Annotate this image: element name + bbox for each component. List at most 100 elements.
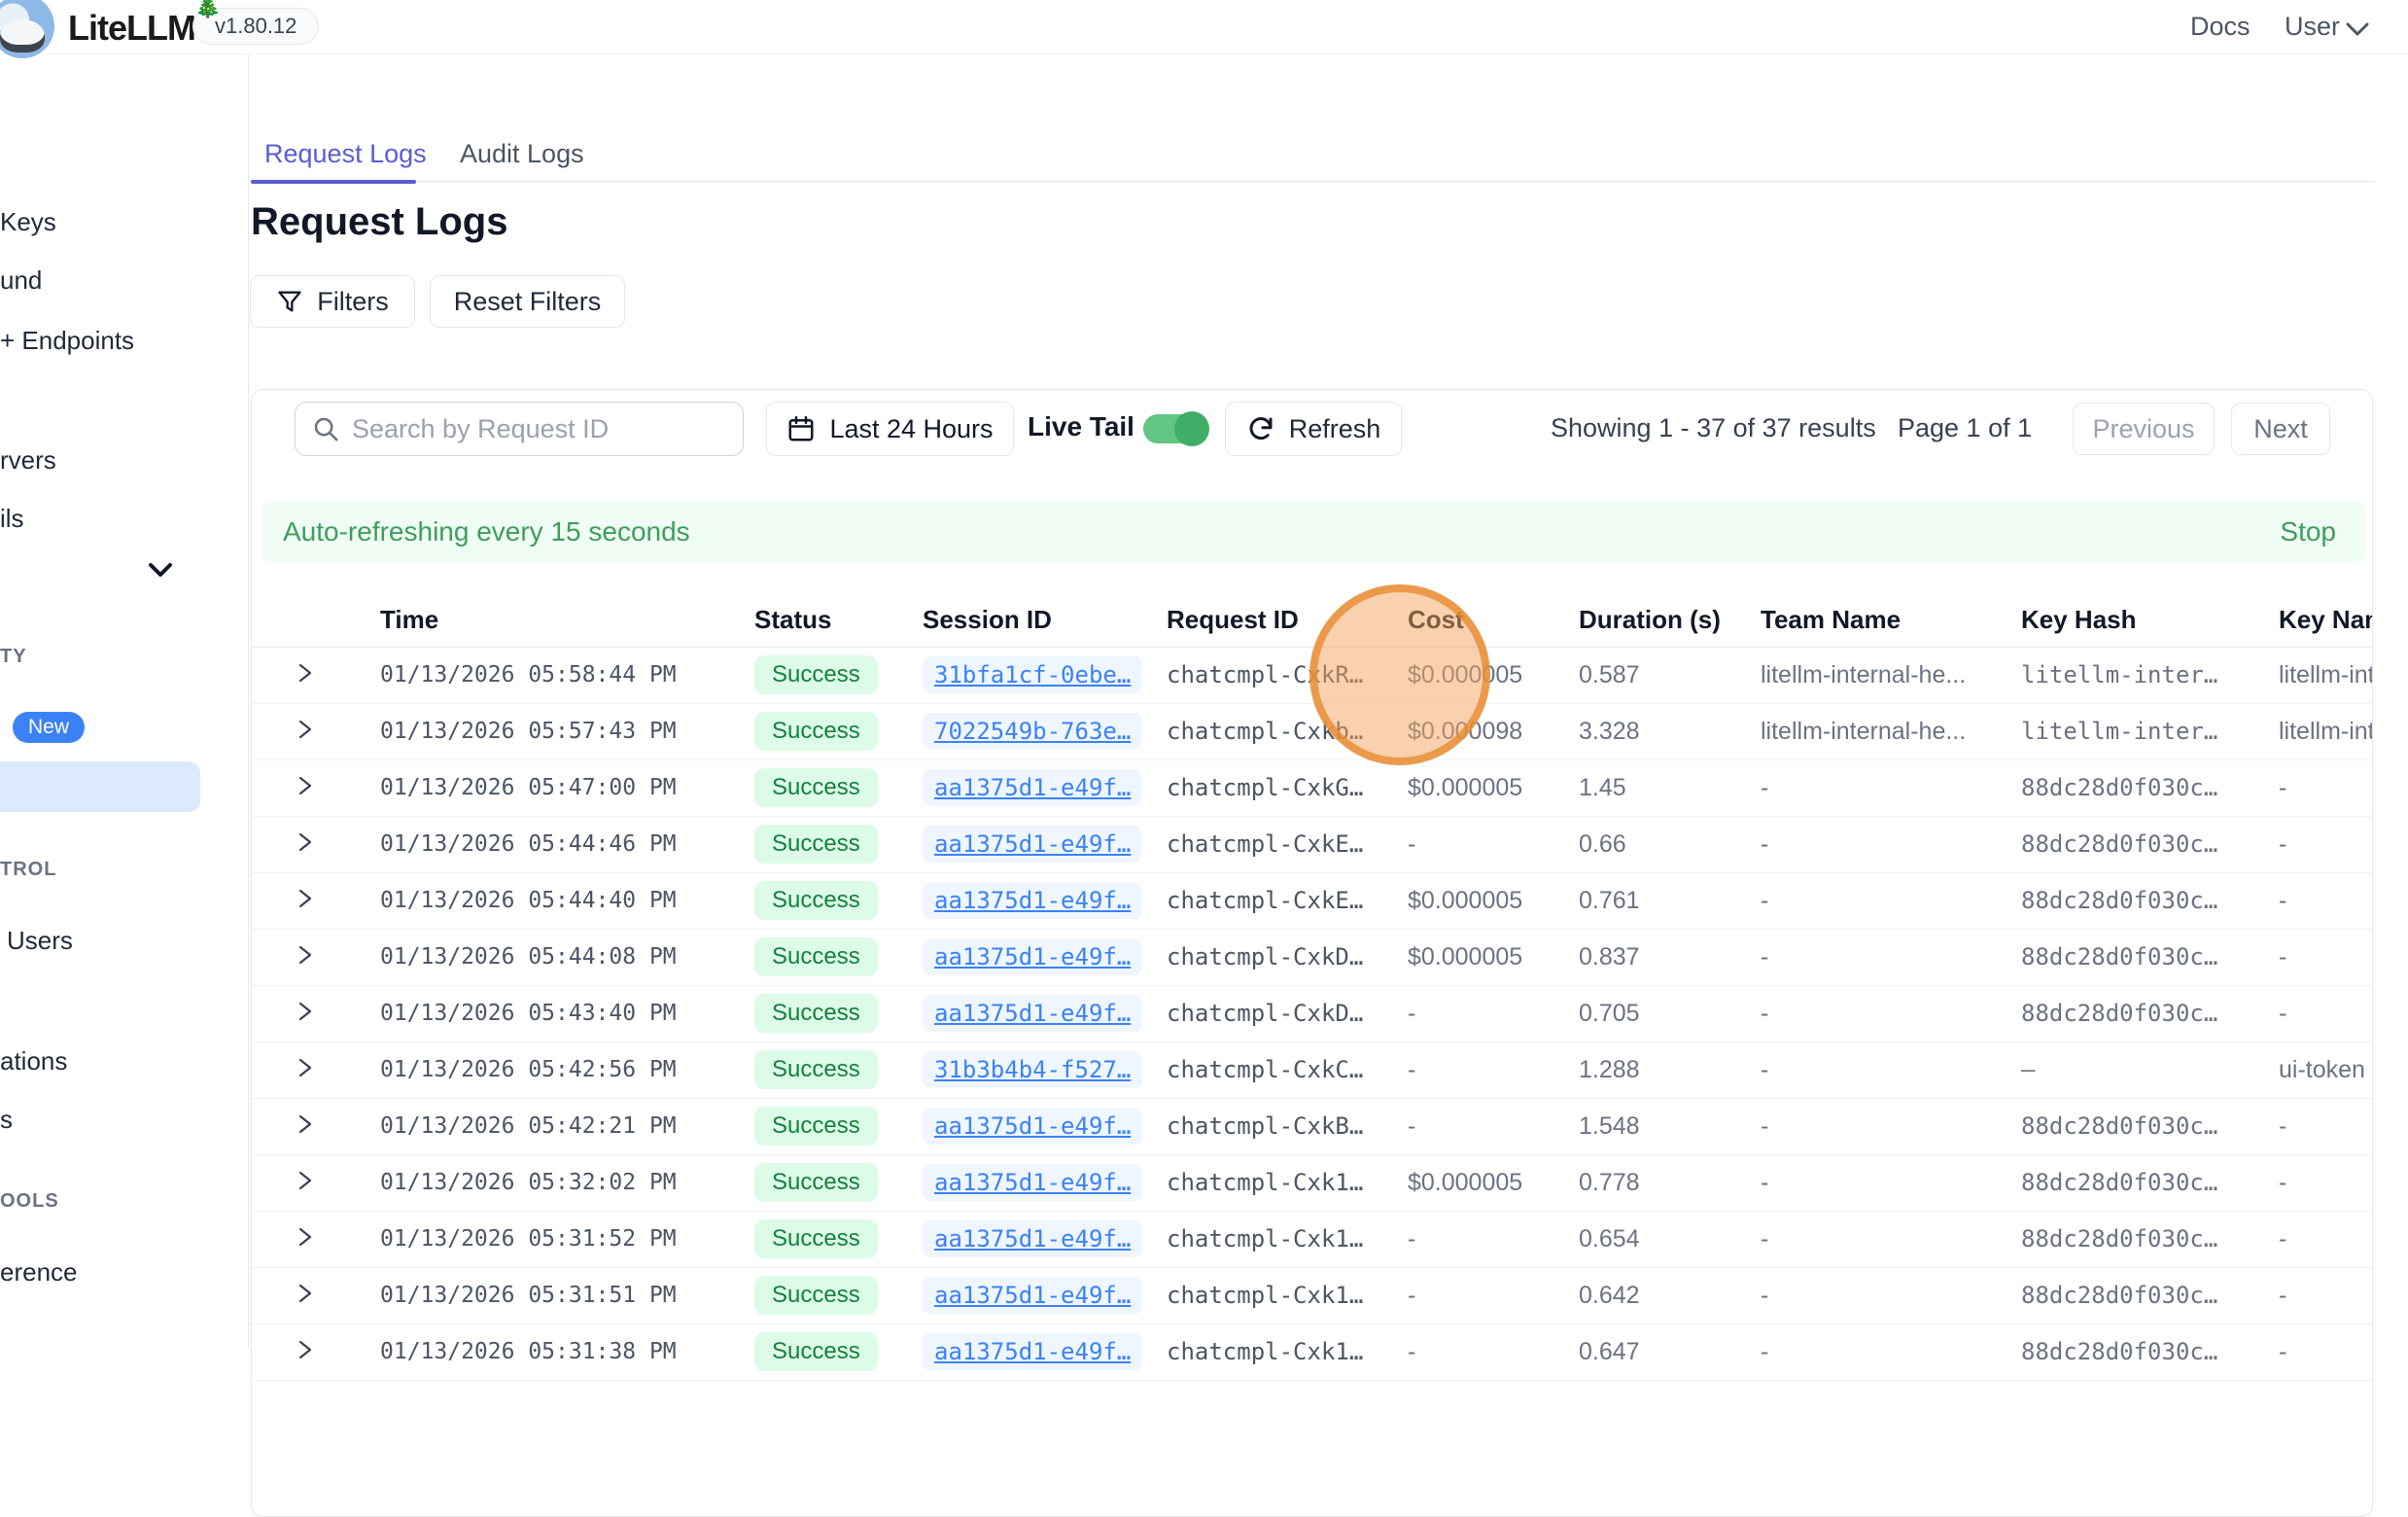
cell-team-name: - [1761,929,2021,985]
session-id-link[interactable]: aa1375d1-e49f… [923,995,1142,1032]
previous-page-button[interactable]: Previous [2073,403,2215,455]
search-icon [311,414,340,443]
table-row: 01/13/2026 05:43:40 PMSuccessaa1375d1-e4… [252,985,2373,1041]
expand-row-chevron-icon[interactable] [295,1224,316,1250]
cell-time: 01/13/2026 05:58:44 PM [380,647,754,703]
table-row: 01/13/2026 05:42:56 PMSuccess31b3b4b4-f5… [252,1041,2373,1098]
cell-duration: 3.328 [1579,703,1761,759]
status-badge: Success [754,1163,878,1202]
cell-duration: 0.587 [1579,647,1761,703]
cell-duration: 1.548 [1579,1098,1761,1154]
table-row: 01/13/2026 05:31:51 PMSuccessaa1375d1-e4… [252,1267,2373,1323]
cell-cost: - [1408,1323,1579,1380]
session-id-link[interactable]: 31b3b4b4-f527… [923,1051,1142,1088]
sidebar-section-tools: OOLS [0,1188,59,1214]
expand-row-chevron-icon[interactable] [295,886,316,911]
table-row: 01/13/2026 05:31:38 PMSuccessaa1375d1-e4… [252,1323,2373,1380]
time-range-button[interactable]: Last 24 Hours [766,402,1014,456]
auto-refresh-banner: Auto-refreshing every 15 seconds Stop [262,501,2365,563]
brand-title: LiteLLM [68,8,195,49]
expand-row-chevron-icon[interactable] [295,942,316,968]
session-id-link[interactable]: aa1375d1-e49f… [923,938,1142,975]
cell-request-id: chatcmpl-CxkE… [1167,816,1408,872]
live-tail-toggle[interactable] [1143,414,1207,443]
live-tail-label: Live Tail [1028,411,1134,442]
expand-row-chevron-icon[interactable] [295,773,316,798]
cell-key-hash: 88dc28d0f030c… [2021,872,2279,929]
sidebar-item-organizations[interactable]: ations [0,1043,67,1078]
table-row: 01/13/2026 05:57:43 PMSuccess7022549b-76… [252,703,2373,759]
stop-auto-refresh-link[interactable]: Stop [2280,516,2336,547]
cell-cost: $0.000005 [1408,1154,1579,1211]
sidebar-item-playground[interactable]: und [0,263,42,298]
refresh-button[interactable]: Refresh [1225,402,1402,456]
cell-key-name: - [2279,1267,2373,1323]
user-menu[interactable]: User [2285,12,2340,42]
expand-row-chevron-icon[interactable] [295,829,316,855]
expand-row-chevron-icon[interactable] [295,1055,316,1080]
cell-cost: - [1408,985,1579,1041]
session-id-link[interactable]: aa1375d1-e49f… [923,826,1142,863]
expand-row-chevron-icon[interactable] [295,1111,316,1137]
cell-team-name: litellm-internal-he... [1761,703,2021,759]
sidebar-item-guardrails[interactable]: ils [0,501,24,536]
sidebar-collapse-chevron-icon[interactable] [147,561,174,579]
cell-cost: $0.000005 [1408,872,1579,929]
sidebar-item-models-endpoints[interactable]: + Endpoints [0,323,134,358]
expand-row-chevron-icon[interactable] [295,1168,316,1193]
cell-request-id: chatcmpl-Cxk1… [1167,1154,1408,1211]
session-id-link[interactable]: aa1375d1-e49f… [923,1333,1142,1370]
column-header-request-id: Request ID [1167,594,1408,647]
reset-filters-button[interactable]: Reset Filters [430,275,625,328]
session-id-link[interactable]: aa1375d1-e49f… [923,1164,1142,1201]
cell-time: 01/13/2026 05:32:02 PM [380,1154,754,1211]
refresh-label: Refresh [1289,414,1381,444]
auto-refresh-text: Auto-refreshing every 15 seconds [283,516,690,547]
docs-link[interactable]: Docs [2190,12,2251,42]
page-title: Request Logs [251,200,507,244]
sidebar-item-servers[interactable]: rvers [0,442,56,477]
session-id-link[interactable]: aa1375d1-e49f… [923,882,1142,919]
session-id-link[interactable]: aa1375d1-e49f… [923,1277,1142,1314]
tree-decoration-icon: 🎄 [194,0,221,19]
session-id-link[interactable]: 31bfa1cf-0ebe… [923,656,1142,693]
column-header-key-name: Key Name [2279,594,2373,647]
sidebar-item-api-reference[interactable]: erence [0,1254,78,1289]
cell-key-name: - [2279,816,2373,872]
cell-duration: 0.66 [1579,816,1761,872]
toggle-knob [1174,411,1209,446]
search-box [295,402,744,456]
search-input[interactable] [352,414,727,444]
request-logs-table: TimeStatusSession IDRequest IDCostDurati… [252,594,2373,1381]
cell-request-id: chatcmpl-CxkD… [1167,985,1408,1041]
status-badge: Success [754,1219,878,1258]
status-badge: Success [754,1050,878,1089]
cell-request-id: chatcmpl-CxkC… [1167,1041,1408,1098]
column-header-expander [252,594,380,647]
main-content: Request Logs Audit Logs Request Logs Fil… [249,54,2408,1347]
expand-row-chevron-icon[interactable] [295,1337,316,1362]
session-id-link[interactable]: 7022549b-763e… [923,713,1142,750]
expand-row-chevron-icon[interactable] [295,999,316,1024]
sidebar-item-internal-users[interactable]: Users [7,923,73,958]
filters-button[interactable]: Filters [250,275,415,328]
cell-duration: 1.45 [1579,759,1761,816]
cell-time: 01/13/2026 05:42:21 PM [380,1098,754,1154]
status-badge: Success [754,825,878,864]
expand-row-chevron-icon[interactable] [295,660,316,686]
tab-request-logs[interactable]: Request Logs [264,139,427,169]
sidebar-item-logs-selected[interactable] [0,761,200,812]
expand-row-chevron-icon[interactable] [295,717,316,742]
chevron-down-icon[interactable] [2345,21,2370,37]
table-row: 01/13/2026 05:31:52 PMSuccessaa1375d1-e4… [252,1211,2373,1267]
cell-team-name: - [1761,759,2021,816]
table-header-row: TimeStatusSession IDRequest IDCostDurati… [252,594,2373,647]
next-page-button[interactable]: Next [2231,403,2330,455]
session-id-link[interactable]: aa1375d1-e49f… [923,1220,1142,1257]
tab-audit-logs[interactable]: Audit Logs [460,139,584,169]
expand-row-chevron-icon[interactable] [295,1281,316,1306]
session-id-link[interactable]: aa1375d1-e49f… [923,769,1142,806]
session-id-link[interactable]: aa1375d1-e49f… [923,1108,1142,1145]
sidebar-item-teams[interactable]: s [0,1102,13,1137]
sidebar-item-keys[interactable]: Keys [0,204,56,239]
